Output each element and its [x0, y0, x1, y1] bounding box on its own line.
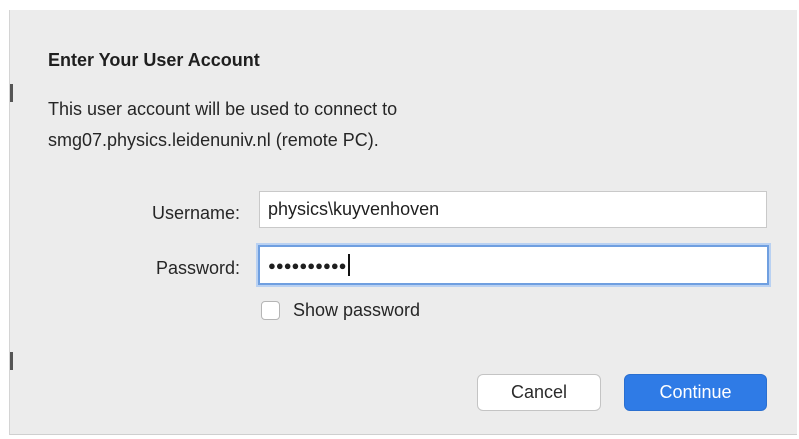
description-line-2: smg07.physics.leidenuniv.nl (remote PC). [48, 130, 379, 150]
show-password-row[interactable]: Show password [261, 300, 420, 321]
password-label: Password: [155, 258, 240, 278]
text-caret [347, 254, 350, 276]
description-line-1: This user account will be used to connec… [48, 99, 398, 119]
username-label: Username: [151, 203, 240, 223]
dialog-description: This user account will be used to connec… [48, 94, 688, 156]
show-password-label[interactable]: Show password [293, 300, 420, 321]
password-value: ●●●●●●●●●● [268, 257, 347, 273]
username-field[interactable]: physics\kuyvenhoven [259, 191, 767, 228]
window-edge-mark [10, 84, 13, 102]
window-edge-mark [10, 352, 13, 370]
username-value: physics\kuyvenhoven [268, 199, 440, 219]
account-dialog: Enter Your User Account This user accoun… [9, 10, 797, 435]
password-field[interactable]: ●●●●●●●●●● [258, 245, 769, 285]
dialog-title: Enter Your User Account [48, 50, 260, 70]
show-password-checkbox[interactable] [261, 301, 280, 320]
cancel-button[interactable]: Cancel [477, 374, 601, 411]
continue-button[interactable]: Continue [624, 374, 767, 411]
